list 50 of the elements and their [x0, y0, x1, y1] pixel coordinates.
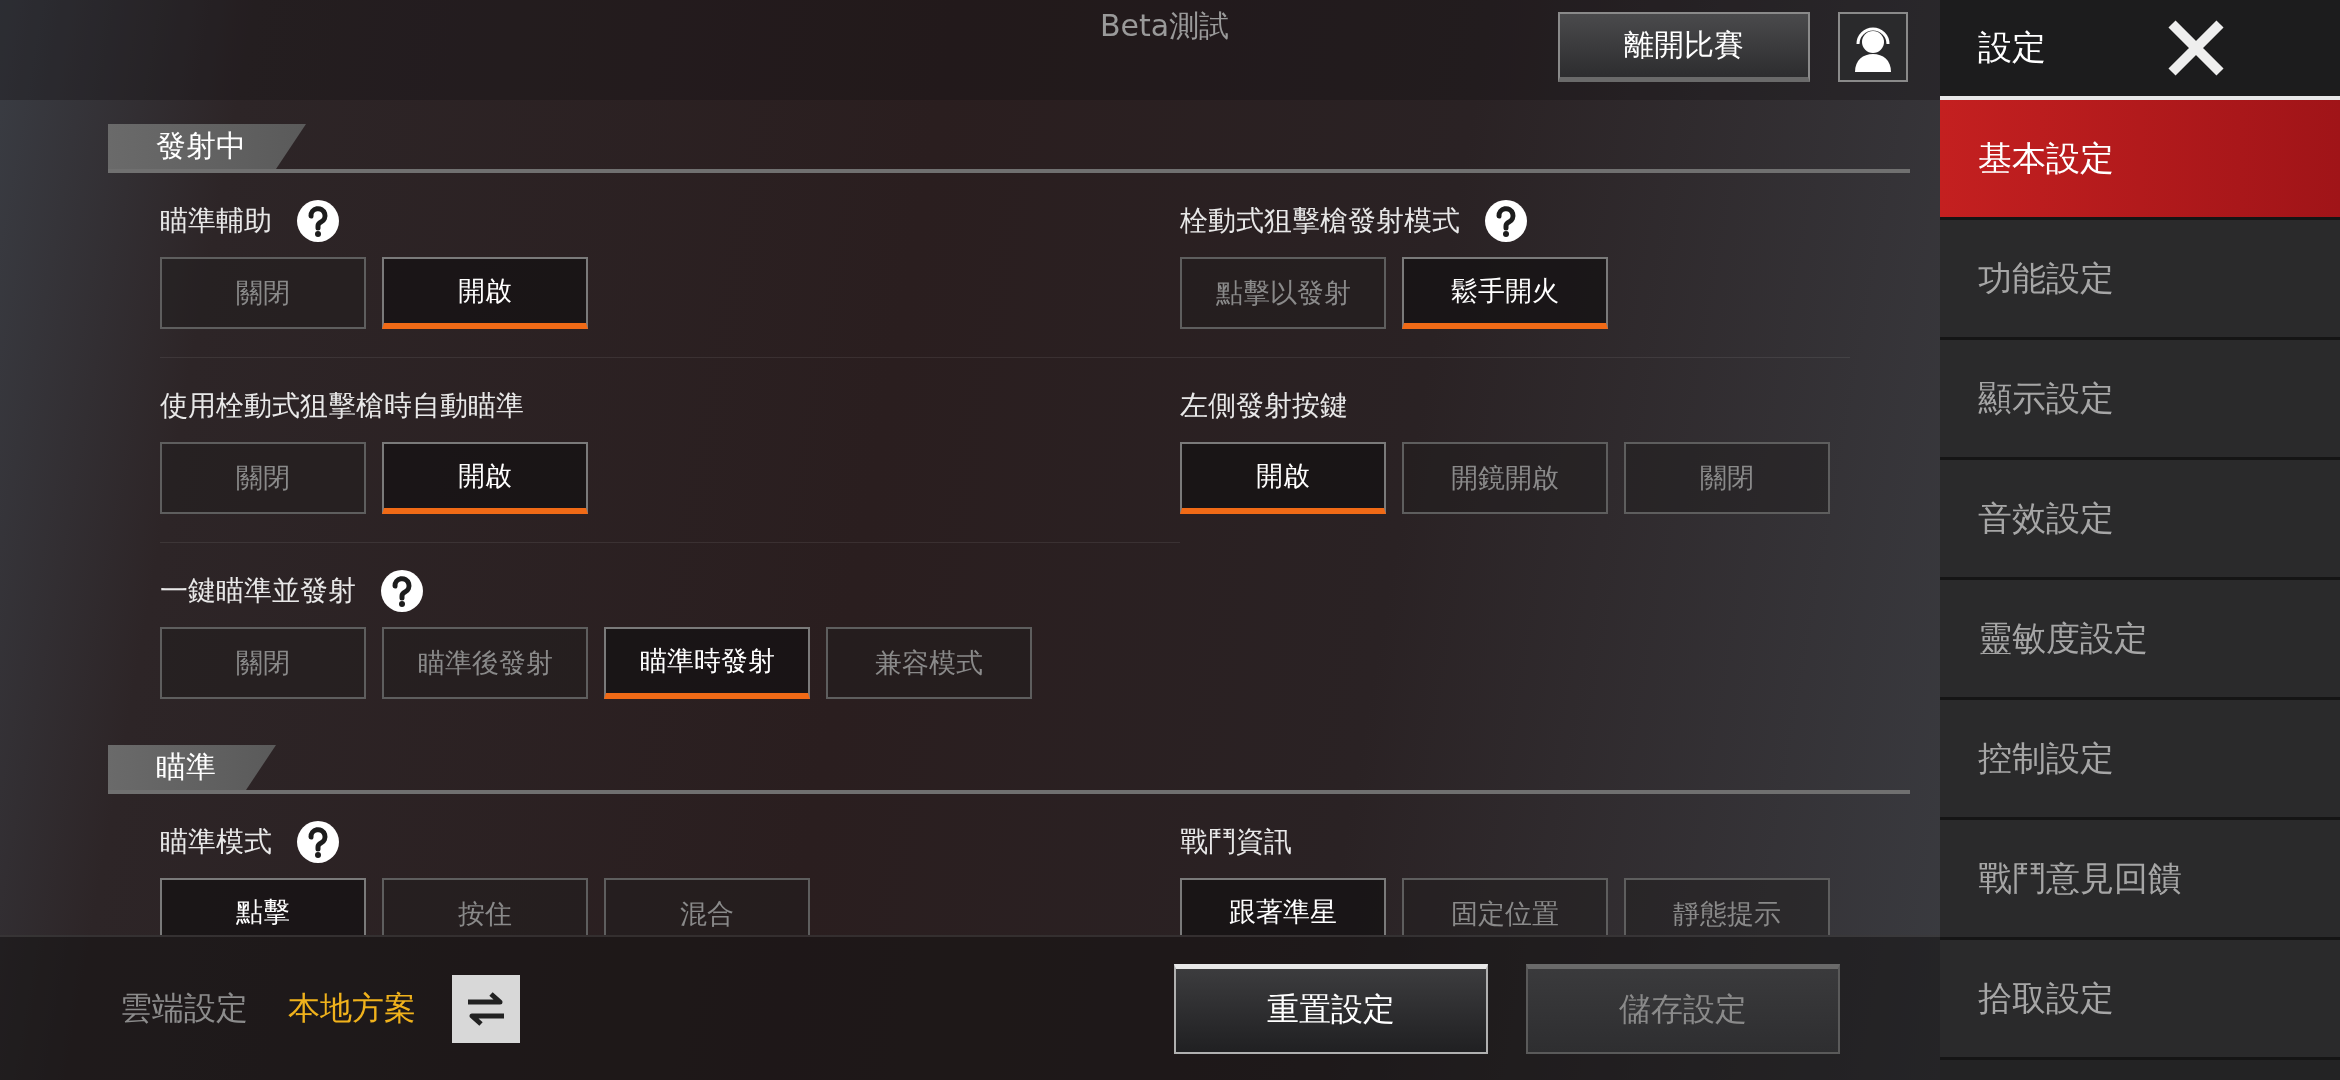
option-button[interactable]: 點擊以發射: [1180, 257, 1386, 329]
swap-button[interactable]: [452, 974, 520, 1043]
sidebar-title: 設定: [1978, 26, 2046, 69]
sidebar-item[interactable]: 顯示設定: [1940, 340, 2340, 460]
setting-label: 瞄準模式: [160, 824, 272, 860]
sidebar-item[interactable]: 拾取設定: [1940, 940, 2340, 1060]
section-header: 發射中: [108, 124, 306, 169]
option-button[interactable]: 開鏡開啟: [1402, 442, 1608, 514]
help-icon[interactable]: [380, 569, 424, 613]
option-button[interactable]: 混合: [604, 878, 810, 935]
option-button[interactable]: 關閉: [160, 627, 366, 699]
setting-label: 左側發射按鍵: [1180, 388, 1348, 424]
page-title: Beta測試: [1100, 7, 1230, 45]
option-button[interactable]: 關閉: [160, 442, 366, 514]
sidebar-item[interactable]: 音效設定: [1940, 460, 2340, 580]
option-button[interactable]: 跟著準星: [1180, 878, 1386, 935]
help-icon[interactable]: [296, 820, 340, 864]
help-icon[interactable]: [296, 199, 340, 243]
option-button[interactable]: 靜態提示: [1624, 878, 1830, 935]
option-button[interactable]: 關閉: [1624, 442, 1830, 514]
option-button[interactable]: 固定位置: [1402, 878, 1608, 935]
sidebar-item[interactable]: 靈敏度設定: [1940, 580, 2340, 700]
headset-user-button[interactable]: [1838, 12, 1908, 82]
sidebar-item[interactable]: 戰鬥意見回饋: [1940, 820, 2340, 940]
close-icon: [2166, 18, 2226, 78]
close-button[interactable]: [2166, 18, 2226, 78]
option-button[interactable]: 兼容模式: [826, 627, 1032, 699]
option-button[interactable]: 點擊: [160, 878, 366, 935]
option-button[interactable]: 瞄準時發射: [604, 627, 810, 699]
sidebar-item[interactable]: 控制設定: [1940, 700, 2340, 820]
setting-label: 使用栓動式狙擊槍時自動瞄準: [160, 388, 524, 424]
sidebar-item[interactable]: 基本設定: [1940, 100, 2340, 220]
profile-tab[interactable]: 本地方案: [288, 986, 416, 1031]
leave-match-button[interactable]: 離開比賽: [1558, 12, 1810, 82]
setting-label: 栓動式狙擊槍發射模式: [1180, 203, 1460, 239]
option-button[interactable]: 瞄準後發射: [382, 627, 588, 699]
section-header: 瞄準: [108, 745, 276, 790]
option-button[interactable]: 按住: [382, 878, 588, 935]
option-button[interactable]: 開啟: [382, 257, 588, 329]
option-button[interactable]: 開啟: [1180, 442, 1386, 514]
option-button[interactable]: 鬆手開火: [1402, 257, 1608, 329]
setting-label: 戰鬥資訊: [1180, 824, 1292, 860]
setting-label: 一鍵瞄準並發射: [160, 573, 356, 609]
sidebar-item[interactable]: 功能設定: [1940, 220, 2340, 340]
profile-tab[interactable]: 雲端設定: [120, 986, 248, 1031]
help-icon[interactable]: [1484, 199, 1528, 243]
option-button[interactable]: 關閉: [160, 257, 366, 329]
option-button[interactable]: 開啟: [382, 442, 588, 514]
setting-label: 瞄準輔助: [160, 203, 272, 239]
reset-button[interactable]: 重置設定: [1174, 963, 1488, 1054]
